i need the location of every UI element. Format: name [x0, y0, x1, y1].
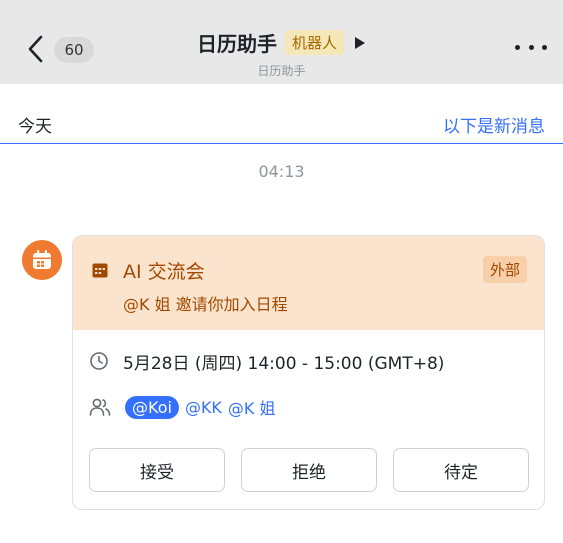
invite-text: @K 姐 邀请你加入日程: [123, 295, 288, 314]
card-header: AI 交流会 外部 @K 姐 邀请你加入日程: [73, 236, 544, 330]
accept-button[interactable]: 接受: [89, 448, 225, 492]
tentative-button[interactable]: 待定: [393, 448, 529, 492]
people-icon: [89, 398, 111, 416]
attendee-mention[interactable]: @K 姐: [228, 395, 276, 419]
external-badge: 外部: [482, 256, 527, 283]
chat-title[interactable]: 日历助手: [197, 28, 277, 57]
attendee-self-chip[interactable]: @Koi: [125, 395, 179, 419]
attendee-mention[interactable]: @KK: [185, 398, 222, 417]
calendar-icon: [92, 263, 108, 278]
decline-button[interactable]: 拒绝: [241, 448, 377, 492]
triangle-right-icon[interactable]: [354, 36, 366, 50]
date-label: 今天: [18, 117, 52, 137]
bot-tag: 机器人: [284, 30, 344, 55]
new-messages-divider: 今天 以下是新消息: [0, 100, 563, 144]
new-messages-label: 以下是新消息: [443, 117, 545, 137]
chat-title-area: 日历助手 机器人: [0, 28, 563, 57]
attendees-row: @Koi @KK @K 姐: [89, 394, 276, 420]
more-dots-icon[interactable]: [515, 40, 547, 54]
event-title: AI 交流会: [123, 261, 205, 283]
event-time: 5月28日 (周四) 14:00 - 15:00 (GMT+8): [123, 353, 445, 374]
calendar-icon: [33, 250, 51, 269]
chat-subtitle: 日历助手: [257, 64, 306, 78]
calendar-invite-card[interactable]: AI 交流会 外部 @K 姐 邀请你加入日程 5月28日 (周四) 14:00 …: [72, 235, 545, 510]
event-time-row: 5月28日 (周四) 14:00 - 15:00 (GMT+8): [89, 350, 445, 374]
avatar[interactable]: [22, 240, 62, 280]
rsvp-actions: 接受 拒绝 待定: [89, 448, 529, 492]
top-bar: 60 日历助手 机器人 日历助手: [0, 0, 563, 84]
clock-icon: [90, 352, 108, 370]
message-timestamp: 04:13: [258, 162, 305, 181]
